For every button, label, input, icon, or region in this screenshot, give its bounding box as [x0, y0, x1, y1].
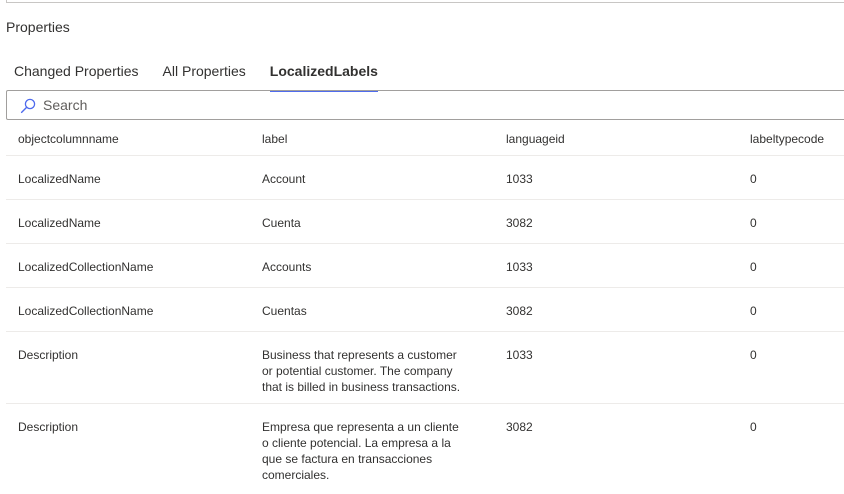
cell-objectcolumnname: LocalizedCollectionName	[18, 260, 154, 274]
column-header-objectcolumnname[interactable]: objectcolumnname	[18, 131, 119, 147]
column-header-label[interactable]: label	[262, 131, 467, 147]
cell-labeltypecode: 0	[750, 260, 757, 274]
search-icon	[20, 98, 36, 114]
column-header-labeltypecode[interactable]: labeltypecode	[750, 131, 824, 147]
cell-labeltypecode: 0	[750, 420, 757, 434]
table-header-row: objectcolumnname label languageid labelt…	[6, 122, 844, 156]
cell-languageid: 3082	[506, 216, 533, 230]
table-row[interactable]: LocalizedName Cuenta 3082 0	[6, 200, 844, 244]
tab-changed-properties[interactable]: Changed Properties	[14, 62, 139, 90]
cell-objectcolumnname: LocalizedCollectionName	[18, 304, 154, 318]
cell-objectcolumnname: Description	[18, 348, 79, 362]
cell-labeltypecode: 0	[750, 304, 757, 318]
search-box[interactable]	[6, 90, 844, 120]
cell-labeltypecode: 0	[750, 172, 757, 186]
cell-labeltypecode: 0	[750, 216, 757, 230]
cell-languageid: 3082	[506, 420, 533, 434]
cell-languageid: 3082	[506, 304, 533, 318]
table-row[interactable]: LocalizedCollectionName Accounts 1033 0	[6, 244, 844, 288]
column-header-languageid[interactable]: languageid	[506, 131, 565, 147]
cell-languageid: 1033	[506, 172, 533, 186]
table-row[interactable]: Description Business that represents a c…	[6, 332, 844, 404]
cell-label: Cuentas	[262, 304, 307, 318]
table-row[interactable]: Description Empresa que representa a un …	[6, 404, 844, 494]
cell-labeltypecode: 0	[750, 348, 757, 362]
table-row[interactable]: LocalizedCollectionName Cuentas 3082 0	[6, 288, 844, 332]
tab-all-properties[interactable]: All Properties	[163, 62, 246, 90]
cell-label: Accounts	[262, 260, 312, 274]
cell-label: Account	[262, 172, 306, 186]
tab-localized-labels[interactable]: LocalizedLabels	[269, 62, 378, 92]
cell-objectcolumnname: LocalizedName	[18, 216, 101, 230]
cell-label: Cuenta	[262, 216, 301, 230]
tab-list: Changed Properties All Properties Locali…	[14, 62, 402, 92]
top-container-frame	[6, 0, 844, 3]
cell-label: Empresa que representa a un cliente o cl…	[262, 420, 459, 482]
cell-languageid: 1033	[506, 260, 533, 274]
cell-objectcolumnname: LocalizedName	[18, 172, 101, 186]
table-row[interactable]: LocalizedName Account 1033 0	[6, 156, 844, 200]
cell-objectcolumnname: Description	[18, 420, 79, 434]
localized-labels-table: objectcolumnname label languageid labelt…	[6, 122, 844, 494]
panel-title: Properties	[6, 19, 70, 35]
cell-label: Business that represents a customer or p…	[262, 348, 461, 394]
cell-languageid: 1033	[506, 348, 533, 362]
search-input[interactable]	[43, 95, 823, 115]
